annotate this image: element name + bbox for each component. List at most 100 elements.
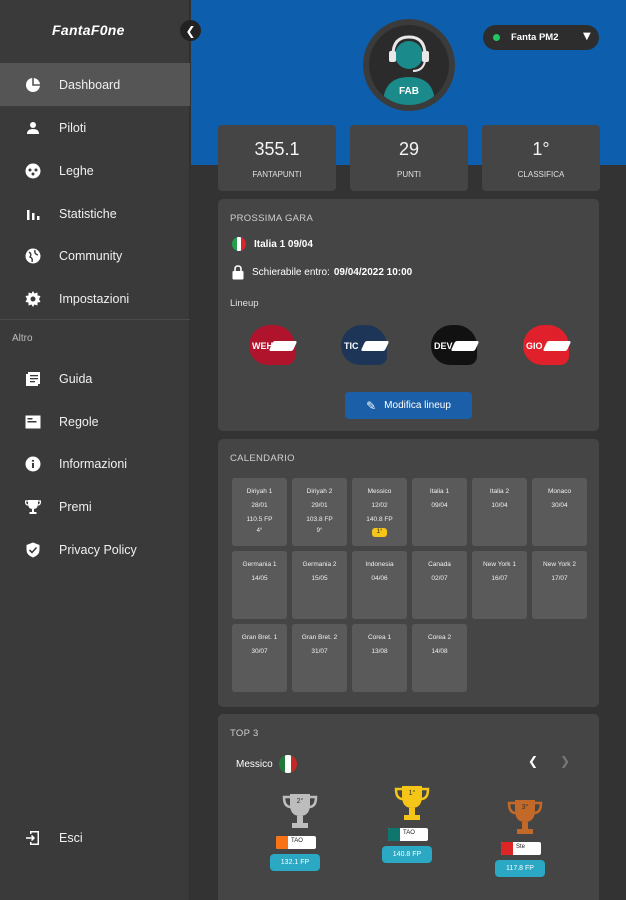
team-color-stripe	[276, 836, 288, 849]
calendar-race-cell[interactable]: Gran Bret. 2 31/07	[292, 624, 347, 692]
calendar-race-cell[interactable]: Messico 12/02 140.8 FP 1°	[352, 478, 407, 546]
race-fantapunti: 110.5 FP	[246, 516, 273, 523]
sidebar-item-label: Piloti	[59, 120, 87, 135]
edit-lineup-button[interactable]: ✎ Modifica lineup	[345, 392, 472, 419]
race-date: 17/07	[551, 575, 568, 582]
sidebar-item-dashboard[interactable]: Dashboard	[0, 63, 190, 106]
calendar-race-cell[interactable]: Corea 1 13/08	[352, 624, 407, 692]
driver-tag: Ste	[501, 842, 541, 855]
deadline-value: 09/04/2022 10:00	[333, 267, 413, 278]
info-icon	[24, 455, 42, 473]
pie-chart-icon	[24, 76, 42, 94]
collapse-sidebar-button[interactable]: ❮	[180, 20, 201, 41]
pencil-icon: ✎	[366, 398, 377, 413]
race-name: Diriyah 1	[246, 488, 273, 495]
stat-card-fantapunti: 355.1 FANTAPUNTI	[218, 125, 336, 191]
logout-button[interactable]: Esci	[0, 818, 190, 858]
race-position: 4°	[256, 528, 263, 534]
stat-card-classifica: 1° CLASSIFICA	[482, 125, 600, 191]
sidebar-item-informazioni[interactable]: Informazioni	[0, 442, 190, 485]
status-dot	[493, 34, 500, 41]
calendar-race-cell[interactable]: New York 2 17/07	[532, 551, 587, 619]
calendar-race-cell[interactable]: Monaco 30/04	[532, 478, 587, 546]
deadline-prefix: Schierabile entro:	[252, 267, 330, 278]
calendar-race-cell[interactable]: Diriyah 1 28/01 110.5 FP 4°	[232, 478, 287, 546]
person-icon	[24, 119, 42, 137]
helmet-visor	[360, 341, 390, 351]
lineup-label: Lineup	[230, 298, 259, 309]
race-name: Indonesia	[365, 561, 394, 568]
fp-pill: 140.8 FP	[382, 846, 432, 863]
race-name: New York 2	[543, 561, 576, 568]
calendar-race-cell[interactable]: Diriyah 2 29/01 103.8 FP 9°	[292, 478, 347, 546]
sidebar-item-community[interactable]: Community	[0, 234, 190, 277]
next-race-name: Italia 1 09/04	[254, 238, 313, 250]
card-title: PROSSIMA GARA	[230, 213, 314, 224]
calendar-race-cell[interactable]: Italia 1 09/04	[412, 478, 467, 546]
sidebar-item-guida[interactable]: Guida	[0, 357, 190, 400]
race-date: 16/07	[491, 575, 508, 582]
race-date: 14/08	[431, 648, 448, 655]
calendar-race-cell[interactable]: Germania 2 15/05	[292, 551, 347, 619]
driver-helmet-weh[interactable]: WEH	[249, 325, 298, 365]
calendar-race-cell[interactable]: Corea 2 14/08	[412, 624, 467, 692]
team-select[interactable]: Fanta PM2 ▼	[483, 25, 599, 50]
fp-pill: 132.1 FP	[270, 854, 320, 871]
sidebar-item-statistiche[interactable]: Statistiche	[0, 192, 190, 235]
team-select-value: Fanta PM2	[511, 32, 559, 43]
race-name: Gran Bret. 2	[301, 634, 338, 641]
calendar-race-cell[interactable]: Canada 02/07	[412, 551, 467, 619]
avatar[interactable]: FAB	[363, 19, 455, 111]
race-name: Italia 1	[429, 488, 450, 495]
podium-second: 2° TAO 132.1 FP	[270, 792, 330, 900]
race-date: 30/07	[251, 648, 268, 655]
sidebar-item-label: Premi	[59, 499, 92, 514]
sidebar-item-impostazioni[interactable]: Impostazioni	[0, 277, 190, 320]
sidebar-item-label: Guida	[59, 371, 93, 386]
calendar-race-cell[interactable]: Indonesia 04/06	[352, 551, 407, 619]
helmet-visor	[450, 341, 480, 351]
sidebar-item-label: Regole	[59, 414, 99, 429]
calendar-race-cell[interactable]: Gran Bret. 1 30/07	[232, 624, 287, 692]
driver-helmet-gio[interactable]: GIO	[523, 325, 572, 365]
sidebar-item-premi[interactable]: Premi	[0, 485, 190, 528]
sidebar-item-piloti[interactable]: Piloti	[0, 106, 190, 149]
sidebar-divider	[0, 319, 190, 320]
driver-code: TAO	[291, 838, 303, 844]
top3-card: TOP 3 Messico ❮ ❯ 2° TAO 132.1 FP 1° TAO…	[218, 714, 599, 900]
trophy-place: 3°	[521, 804, 529, 811]
driver-code: DEV	[434, 341, 453, 351]
calendar-race-cell[interactable]: Germania 1 14/05	[232, 551, 287, 619]
sidebar-item-leghe[interactable]: Leghe	[0, 149, 190, 192]
calendar-card: CALENDARIO Diriyah 1 28/01 110.5 FP 4° Diriy…	[218, 439, 599, 707]
trophy-icon	[24, 498, 42, 516]
italy-flag-icon	[232, 237, 246, 251]
card-title: CALENDARIO	[230, 453, 295, 464]
next-race-card: PROSSIMA GARA Italia 1 09/04 Schierabile…	[218, 199, 599, 431]
race-position: 1°	[372, 528, 387, 537]
sidebar: FantaF0ne Dashboard Piloti Leghe Statist…	[0, 0, 190, 900]
race-fantapunti: 140.8 FP	[366, 516, 393, 523]
prev-race-button[interactable]: ❮	[528, 754, 538, 768]
chevron-left-icon: ❮	[185, 23, 196, 38]
team-color-stripe	[388, 828, 400, 841]
race-name: Italia 2	[489, 488, 510, 495]
next-race-button[interactable]: ❯	[560, 754, 570, 768]
gear-icon	[24, 290, 42, 308]
race-name: Diriyah 2	[306, 488, 333, 495]
race-date: 14/05	[251, 575, 268, 582]
sidebar-item-label: Leghe	[59, 163, 94, 178]
race-date: 10/04	[491, 502, 508, 509]
sidebar-item-label: Impostazioni	[59, 291, 130, 306]
stat-label: CLASSIFICA	[517, 170, 565, 179]
sidebar-item-privacy-policy[interactable]: Privacy Policy	[0, 528, 190, 571]
calendar-race-cell[interactable]: New York 1 16/07	[472, 551, 527, 619]
team-color-stripe	[501, 842, 513, 855]
book-icon	[24, 370, 42, 388]
calendar-race-cell[interactable]: Italia 2 10/04	[472, 478, 527, 546]
stat-card-punti: 29 PUNTI	[350, 125, 468, 191]
driver-helmet-tic[interactable]: TIC	[341, 325, 390, 365]
next-race-line: Italia 1 09/04	[232, 237, 313, 251]
driver-helmet-dev[interactable]: DEV	[431, 325, 480, 365]
sidebar-item-regole[interactable]: Regole	[0, 400, 190, 443]
